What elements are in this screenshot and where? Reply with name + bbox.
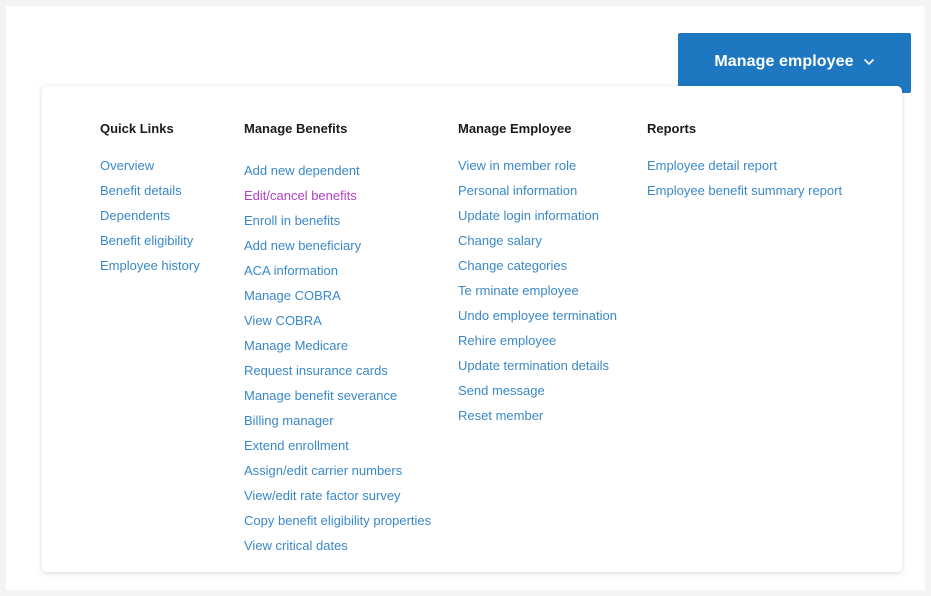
list-item: Edit/cancel benefits (244, 183, 431, 208)
list-item: View COBRA (244, 308, 431, 333)
list-item: Undo employee termination (458, 303, 617, 328)
list-item: Rehire employee (458, 328, 617, 353)
menu-link-extend-enrollment[interactable]: Extend enrollment (244, 438, 349, 453)
menu-link-send-message[interactable]: Send message (458, 383, 545, 398)
list-item: Employee benefit summary report (647, 178, 842, 203)
quick-links-list: Overview Benefit details Dependents Bene… (100, 153, 200, 278)
menu-link-change-salary[interactable]: Change salary (458, 233, 542, 248)
column-heading: Manage Employee (458, 121, 572, 136)
column-heading: Reports (647, 121, 697, 136)
list-item: View in member role (458, 153, 617, 178)
list-item: ACA information (244, 258, 431, 283)
list-item: Manage benefit severance (244, 383, 431, 408)
list-item: Manage Medicare (244, 333, 431, 358)
menu-link-copy-benefit-eligibility-properties[interactable]: Copy benefit eligibility properties (244, 513, 431, 528)
manage-employee-dropdown-button[interactable]: Manage employee (678, 33, 911, 93)
menu-link-employee-detail-report[interactable]: Employee detail report (647, 158, 777, 173)
list-item: Overview (100, 153, 200, 178)
menu-link-edit-cancel-benefits[interactable]: Edit/cancel benefits (244, 188, 357, 203)
menu-link-personal-information[interactable]: Personal information (458, 183, 577, 198)
menu-link-add-new-beneficiary[interactable]: Add new beneficiary (244, 238, 361, 253)
menu-link-manage-benefit-severance[interactable]: Manage benefit severance (244, 388, 397, 403)
menu-link-add-new-dependent[interactable]: Add new dependent (244, 163, 360, 178)
list-item: Benefit eligibility (100, 228, 200, 253)
menu-link-view-in-member-role[interactable]: View in member role (458, 158, 576, 173)
list-item: Benefit details (100, 178, 200, 203)
list-item: Reset member (458, 403, 617, 428)
reports-list: Employee detail report Employee benefit … (647, 153, 842, 203)
menu-link-update-termination-details[interactable]: Update termination details (458, 358, 609, 373)
list-item: View/edit rate factor survey (244, 483, 431, 508)
menu-link-employee-history[interactable]: Employee history (100, 258, 200, 273)
menu-link-rehire-employee[interactable]: Rehire employee (458, 333, 556, 348)
manage-employee-label: Manage employee (714, 53, 854, 70)
list-item: Employee detail report (647, 153, 842, 178)
menu-link-update-login-information[interactable]: Update login information (458, 208, 599, 223)
list-item: Add new dependent (244, 158, 431, 183)
list-item: Change categories (458, 253, 617, 278)
menu-link-terminate-employee[interactable]: Te rminate employee (458, 283, 579, 298)
menu-link-employee-benefit-summary-report[interactable]: Employee benefit summary report (647, 183, 842, 198)
menu-link-manage-medicare[interactable]: Manage Medicare (244, 338, 348, 353)
list-item: Change salary (458, 228, 617, 253)
list-item: Te rminate employee (458, 278, 617, 303)
list-item: Copy benefit eligibility properties (244, 508, 431, 533)
reports-column: Reports Employee detail report Employee … (647, 122, 842, 203)
list-item: Send message (458, 378, 617, 403)
column-heading: Manage Benefits (244, 121, 348, 136)
column-heading: Quick Links (100, 121, 174, 136)
quick-links-column: Quick Links Overview Benefit details Dep… (100, 122, 200, 278)
manage-employee-column: Manage Employee View in member role Pers… (458, 122, 617, 428)
menu-link-benefit-eligibility[interactable]: Benefit eligibility (100, 233, 193, 248)
menu-link-view-edit-rate-factor-survey[interactable]: View/edit rate factor survey (244, 488, 401, 503)
list-item: Update termination details (458, 353, 617, 378)
list-item: Assign/edit carrier numbers (244, 458, 431, 483)
menu-link-benefit-details[interactable]: Benefit details (100, 183, 182, 198)
menu-link-dependents[interactable]: Dependents (100, 208, 170, 223)
list-item: Update login information (458, 203, 617, 228)
menu-link-billing-manager[interactable]: Billing manager (244, 413, 334, 428)
manage-benefits-column: Manage Benefits Add new dependent Edit/c… (244, 122, 431, 558)
list-item: Dependents (100, 203, 200, 228)
list-item: Personal information (458, 178, 617, 203)
manage-benefits-list: Add new dependent Edit/cancel benefits E… (244, 158, 431, 558)
chevron-down-icon (863, 59, 874, 65)
list-item: Add new beneficiary (244, 233, 431, 258)
list-item: Manage COBRA (244, 283, 431, 308)
menu-link-aca-information[interactable]: ACA information (244, 263, 338, 278)
manage-employee-list: View in member role Personal information… (458, 153, 617, 428)
menu-link-change-categories[interactable]: Change categories (458, 258, 567, 273)
list-item: Request insurance cards (244, 358, 431, 383)
list-item: Billing manager (244, 408, 431, 433)
menu-link-reset-member[interactable]: Reset member (458, 408, 543, 423)
list-item: Extend enrollment (244, 433, 431, 458)
list-item: Employee history (100, 253, 200, 278)
menu-link-request-insurance-cards[interactable]: Request insurance cards (244, 363, 388, 378)
menu-link-enroll-in-benefits[interactable]: Enroll in benefits (244, 213, 340, 228)
menu-link-view-critical-dates[interactable]: View critical dates (244, 538, 348, 553)
list-item: View critical dates (244, 533, 431, 558)
menu-link-manage-cobra[interactable]: Manage COBRA (244, 288, 341, 303)
list-item: Enroll in benefits (244, 208, 431, 233)
menu-link-overview[interactable]: Overview (100, 158, 154, 173)
menu-link-view-cobra[interactable]: View COBRA (244, 313, 322, 328)
menu-link-assign-edit-carrier-numbers[interactable]: Assign/edit carrier numbers (244, 463, 402, 478)
menu-link-undo-employee-termination[interactable]: Undo employee termination (458, 308, 617, 323)
manage-employee-menu-panel: Quick Links Overview Benefit details Dep… (42, 86, 902, 572)
